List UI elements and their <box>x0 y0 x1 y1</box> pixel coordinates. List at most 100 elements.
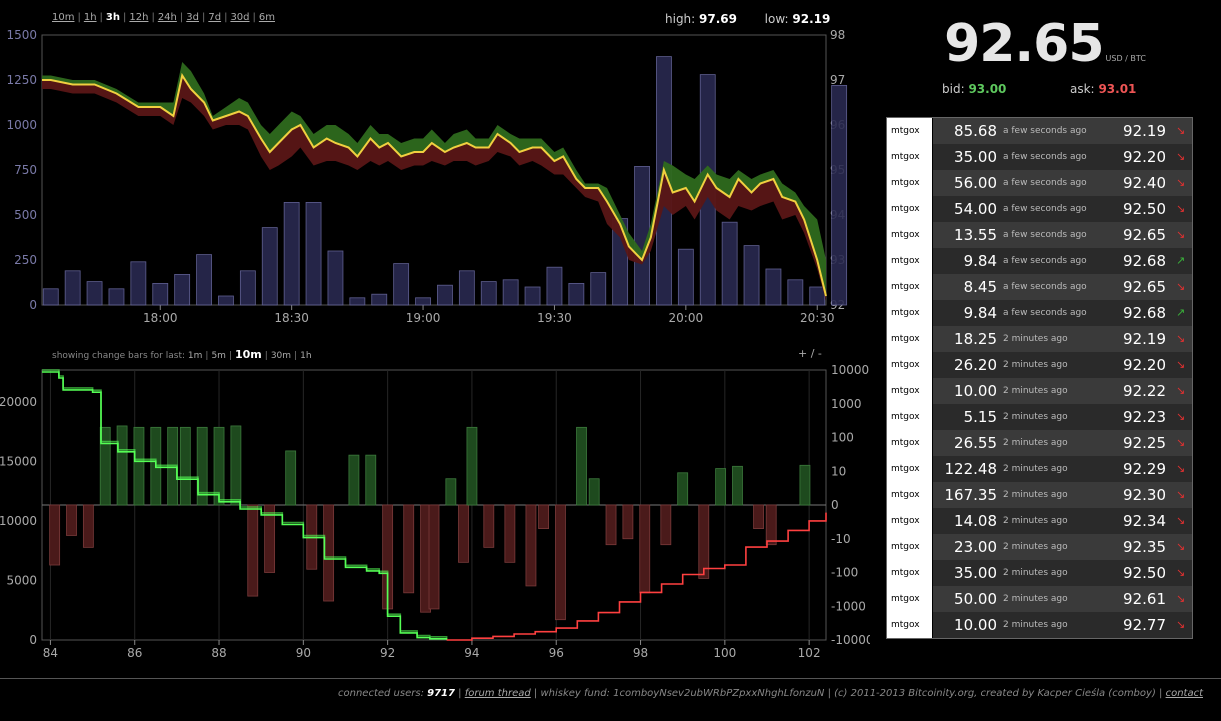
trade-row: mtgox 9.84 a few seconds ago 92.68 ↗ <box>887 300 1192 326</box>
volume-bar <box>283 201 300 306</box>
arrow-down-icon: ↘ <box>1176 514 1186 527</box>
price-axis-label: 94 <box>464 646 479 660</box>
trade-price: 92.30 <box>1123 486 1166 504</box>
contact-link[interactable]: contact <box>1166 688 1203 699</box>
trade-time: 2 minutes ago <box>1003 360 1068 370</box>
current-price: 92.65 USD / BTC <box>880 14 1210 74</box>
range-option-1h[interactable]: 1h <box>84 12 97 23</box>
volume-axis-label: 750 <box>14 163 37 177</box>
change-option-10m[interactable]: 10m <box>235 348 262 361</box>
range-option-30d[interactable]: 30d <box>230 12 249 23</box>
change-bars-selector: showing change bars for last: 1m | 5m | 10m |… <box>52 348 312 361</box>
change-bar-up <box>466 426 478 506</box>
time-axis-label: 18:00 <box>143 311 178 325</box>
trade-time: a few seconds ago <box>1003 308 1087 318</box>
trade-exchange: mtgox <box>887 586 932 612</box>
change-option-30m[interactable]: 30m <box>271 351 291 361</box>
trade-time: a few seconds ago <box>1003 178 1087 188</box>
change-option-5m[interactable]: 5m <box>211 351 226 361</box>
time-axis-label: 19:30 <box>537 311 572 325</box>
trade-time: 2 minutes ago <box>1003 542 1068 552</box>
change-option-1h[interactable]: 1h <box>300 351 311 361</box>
trade-price: 92.34 <box>1123 512 1166 530</box>
depth-axis-label: 5000 <box>6 573 37 587</box>
zoom-control[interactable]: + / - <box>798 347 822 360</box>
trade-exchange: mtgox <box>887 118 932 144</box>
change-bar-down <box>82 504 94 548</box>
arrow-down-icon: ↘ <box>1176 618 1186 631</box>
trade-row: mtgox 26.55 2 minutes ago 92.25 ↘ <box>887 430 1192 456</box>
arrow-down-icon: ↘ <box>1176 202 1186 215</box>
low-value: 92.19 <box>792 12 831 26</box>
range-option-10m[interactable]: 10m <box>52 12 74 23</box>
range-option-6m[interactable]: 6m <box>259 12 275 23</box>
range-option-24h[interactable]: 24h <box>158 12 177 23</box>
trade-row: mtgox 85.68 a few seconds ago 92.19 ↘ <box>887 118 1192 144</box>
change-axis-label: -10 <box>831 532 851 546</box>
trade-price: 92.19 <box>1123 122 1166 140</box>
price-axis-label: 90 <box>296 646 311 660</box>
volume-bar <box>64 270 81 306</box>
range-option-3h[interactable]: 3h <box>106 12 120 23</box>
volume-bar <box>765 268 782 306</box>
trade-row: mtgox 9.84 a few seconds ago 92.68 ↗ <box>887 248 1192 274</box>
volume-bar <box>809 286 826 306</box>
trade-amount: 122.48 <box>944 460 998 478</box>
change-bar-up <box>799 464 811 506</box>
volume-bar <box>174 273 191 306</box>
volume-bar <box>218 295 234 306</box>
range-option-12h[interactable]: 12h <box>129 12 148 23</box>
time-axis-label: 20:00 <box>669 311 704 325</box>
high-value: 97.69 <box>699 12 738 26</box>
volume-bar <box>130 261 147 306</box>
change-option-1m[interactable]: 1m <box>188 351 203 361</box>
trade-time: a few seconds ago <box>1003 282 1087 292</box>
volume-axis-label: 250 <box>14 253 37 267</box>
trade-price: 92.23 <box>1123 408 1166 426</box>
trade-price: 92.20 <box>1123 148 1166 166</box>
volume-bar <box>327 250 344 306</box>
change-bar-down <box>605 504 617 546</box>
trade-exchange: mtgox <box>887 144 932 170</box>
bid-value: 93.00 <box>968 82 1007 96</box>
change-bar-down <box>66 504 77 536</box>
change-axis-label: -1000 <box>831 599 866 613</box>
volume-axis-label: 500 <box>14 208 37 222</box>
footer: connected users: 9717 | forum thread | w… <box>338 688 1203 699</box>
high-label: high: <box>665 12 696 26</box>
trade-exchange: mtgox <box>887 222 932 248</box>
change-bar-up <box>116 425 128 506</box>
whiskey-fund: whiskey fund: 1comboyNsev2ubWRbPZpxxNhgh… <box>540 688 825 699</box>
trade-exchange: mtgox <box>887 560 932 586</box>
trade-amount: 13.55 <box>954 226 997 244</box>
range-option-7d[interactable]: 7d <box>208 12 221 23</box>
forum-thread-link[interactable]: forum thread <box>465 688 531 699</box>
price-axis-label: 92 <box>380 646 395 660</box>
bid-label: bid: <box>942 82 965 96</box>
trade-price: 92.77 <box>1123 616 1166 634</box>
trade-row: mtgox 23.00 2 minutes ago 92.35 ↘ <box>887 534 1192 560</box>
trade-exchange: mtgox <box>887 300 932 326</box>
depth-axis-label: 15000 <box>0 454 37 468</box>
arrow-down-icon: ↘ <box>1176 488 1186 501</box>
trade-row: mtgox 50.00 2 minutes ago 92.61 ↘ <box>887 586 1192 612</box>
trade-exchange: mtgox <box>887 482 932 508</box>
change-bar-down <box>555 504 566 621</box>
volume-bar <box>196 254 212 306</box>
change-bar-up <box>285 450 297 506</box>
change-axis-label: 10 <box>831 464 846 478</box>
trade-amount: 56.00 <box>954 174 997 192</box>
time-axis-label: 18:30 <box>274 311 309 325</box>
trade-time: 2 minutes ago <box>1003 490 1068 500</box>
trade-time: a few seconds ago <box>1003 230 1087 240</box>
change-bar-up <box>348 454 360 506</box>
trade-row: mtgox 56.00 a few seconds ago 92.40 ↘ <box>887 170 1192 196</box>
trade-time: 2 minutes ago <box>1003 594 1068 604</box>
trades-list: mtgox 85.68 a few seconds ago 92.19 ↘ mtgox 35… <box>886 117 1193 639</box>
change-bar-down <box>753 504 764 529</box>
arrow-down-icon: ↘ <box>1176 332 1186 345</box>
price-axis-label: 98 <box>830 28 845 42</box>
range-option-3d[interactable]: 3d <box>186 12 199 23</box>
trade-time: a few seconds ago <box>1003 126 1087 136</box>
copyright: (c) 2011-2013 Bitcoinity.org, created by… <box>834 688 1156 699</box>
